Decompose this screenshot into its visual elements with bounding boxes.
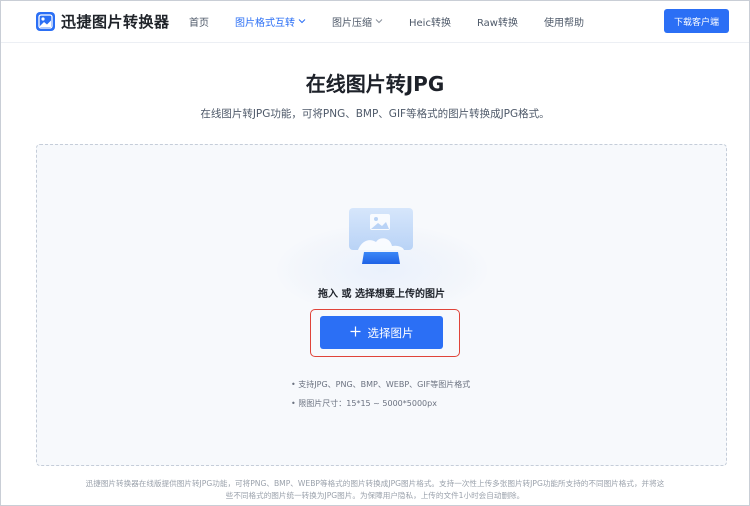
nav-item-label: 使用帮助 xyxy=(544,18,584,29)
upload-hint: 拖入 或 选择想要上传的图片 xyxy=(318,289,445,300)
chevron-down-icon xyxy=(375,16,383,27)
nav-item-help[interactable]: 使用帮助 xyxy=(544,14,584,29)
nav-item-label: 图片格式互转 xyxy=(235,18,295,29)
image-logo-icon xyxy=(36,12,55,31)
nav-item-home[interactable]: 首页 xyxy=(189,14,209,29)
nav-item-raw[interactable]: Raw转换 xyxy=(477,14,518,29)
nav-item-format-convert[interactable]: 图片格式互转 xyxy=(235,14,306,29)
logo[interactable]: 迅捷图片转换器 xyxy=(36,11,170,32)
nav-item-label: 图片压缩 xyxy=(332,18,372,29)
nav-item-label: Heic转换 xyxy=(409,18,451,29)
spec-formats: • 支持JPG、PNG、BMP、WEBP、GIF等图片格式 xyxy=(291,380,471,389)
chevron-down-icon xyxy=(298,16,306,27)
upload-monitor-icon xyxy=(348,206,414,272)
footer-line-1: 迅捷图片转换器在线版提供图片转JPG功能，可将PNG、BMP、WEBP等格式的图… xyxy=(85,479,665,488)
page-title: 在线图片转JPG xyxy=(305,72,445,96)
nav-item-heic[interactable]: Heic转换 xyxy=(409,14,451,29)
footer-description: 迅捷图片转换器在线版提供图片转JPG功能，可将PNG、BMP、WEBP等格式的图… xyxy=(60,478,690,502)
page-subtitle: 在线图片转JPG功能，可将PNG、BMP、GIF等格式的图片转换成JPG格式。 xyxy=(200,108,550,120)
spec-size: • 限图片尺寸：15*15 ~ 5000*5000px xyxy=(291,399,437,408)
select-image-button[interactable]: 选择图片 xyxy=(320,316,443,349)
top-header: 迅捷图片转换器 首页 图片格式互转 图片压缩 Heic转换 Raw转换 使用帮助… xyxy=(1,1,749,43)
logo-text: 迅捷图片转换器 xyxy=(61,13,170,31)
main-nav: 首页 图片格式互转 图片压缩 Heic转换 Raw转换 使用帮助 xyxy=(189,14,610,29)
select-image-label: 选择图片 xyxy=(367,325,414,340)
nav-item-compress[interactable]: 图片压缩 xyxy=(332,14,383,29)
plus-icon xyxy=(350,326,361,340)
nav-item-label: 首页 xyxy=(189,18,209,29)
nav-item-label: Raw转换 xyxy=(476,18,518,29)
upload-dropzone[interactable]: 拖入 或 选择想要上传的图片 选择图片 • 支持JPG、PNG、BMP、WEBP… xyxy=(36,144,727,466)
download-client-button[interactable]: 下载客户端 xyxy=(664,9,729,33)
footer-line-2: 些不同格式的图片统一转换为JPG图片。为保障用户隐私，上传的文件1小时会自动删除… xyxy=(225,491,525,500)
